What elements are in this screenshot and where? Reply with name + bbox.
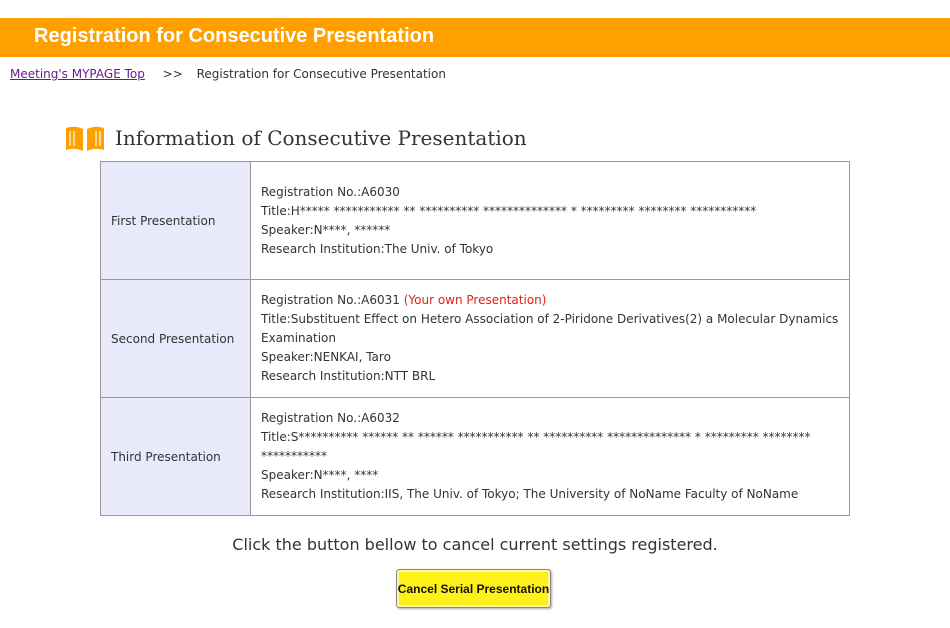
presentation-title: Title:Substituent Effect on Hetero Assoc… (261, 312, 839, 345)
presentation-institution: Research Institution:IIS, The Univ. of T… (261, 487, 799, 501)
page-header: Registration for Consecutive Presentatio… (0, 18, 950, 57)
registration-number: Registration No.:A6030 (261, 184, 400, 199)
presentation-speaker: Speaker:N****, **** (261, 468, 379, 482)
presentation-table: First Presentation Registration No.:A603… (100, 161, 850, 516)
presentation-details: Registration No.:A6031 (Your own Present… (250, 279, 850, 398)
cancel-notice: Click the button bellow to cancel curren… (232, 535, 718, 554)
registration-number: Registration No.:A6031 (261, 293, 400, 307)
presentation-title: Title:S********** ****** ** ****** *****… (261, 430, 811, 463)
clipped-logo-fragment (530, 0, 570, 4)
page-title: Registration for Consecutive Presentatio… (34, 25, 435, 47)
presentation-details: Registration No.:A6032 Title:S**********… (250, 397, 850, 516)
breadcrumb-mypage-top-link[interactable]: Meeting's MYPAGE Top (10, 67, 145, 81)
presentation-speaker: Speaker:NENKAI, Taro (261, 350, 391, 364)
presentation-details: Registration No.:A6030 Title:H***** ****… (250, 161, 850, 280)
presentation-label: First Presentation (100, 161, 251, 280)
section-title: Information of Consecutive Presentation (115, 126, 527, 150)
presentation-label: Third Presentation (100, 397, 251, 516)
registration-number: Registration No.:A6032 (261, 411, 400, 425)
table-row: Third Presentation Registration No.:A603… (100, 397, 850, 516)
table-row: First Presentation Registration No.:A603… (100, 161, 850, 280)
breadcrumb-current: Registration for Consecutive Presentatio… (196, 67, 446, 81)
own-presentation-note: (Your own Presentation) (403, 293, 547, 307)
presentation-label: Second Presentation (100, 279, 251, 398)
presentation-institution: Research Institution:The Univ. of Tokyo (261, 241, 494, 256)
presentation-speaker: Speaker:N****, ****** (261, 222, 391, 237)
presentation-title: Title:H***** *********** ** ********** *… (261, 203, 757, 218)
cancel-serial-presentation-button[interactable]: Cancel Serial Presentation (396, 569, 551, 608)
table-row: Second Presentation Registration No.:A60… (100, 279, 850, 398)
presentation-institution: Research Institution:NTT BRL (261, 369, 436, 383)
book-icon (66, 126, 104, 151)
breadcrumb: Meeting's MYPAGE Top >> Registration for… (10, 67, 446, 81)
breadcrumb-separator: >> (162, 67, 183, 81)
